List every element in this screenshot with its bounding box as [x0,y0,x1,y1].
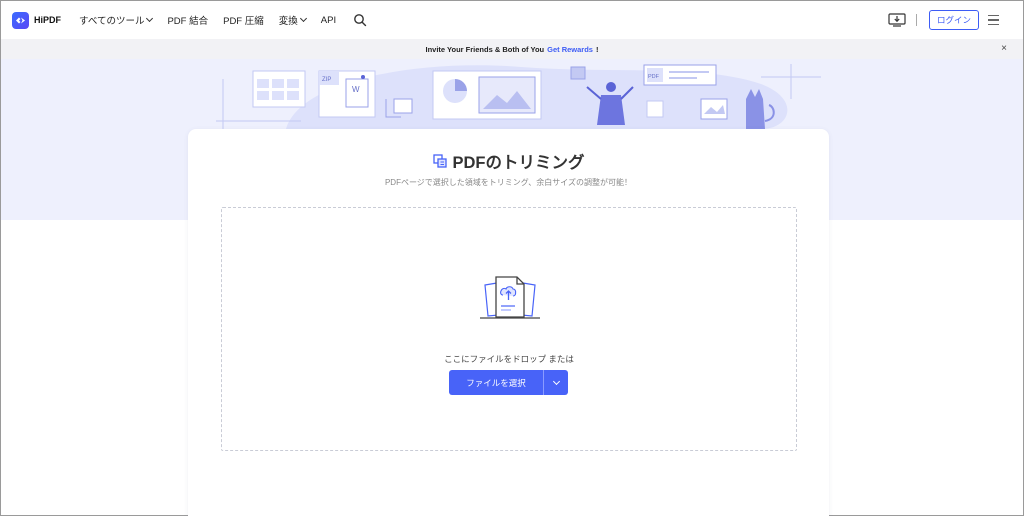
title-row: PDFのトリミング [188,149,829,173]
nav-pdf-merge-label: PDF 結合 [167,16,209,27]
banner-text: Invite Your Friends & Both of You [425,44,545,54]
promo-banner: Invite Your Friends & Both of You Get Re… [1,39,1023,59]
logo[interactable]: HiPDF [12,11,61,29]
banner-suffix: ! [595,44,599,54]
logo-text: HiPDF [34,15,61,25]
nav-all-tools-label: すべてのツール [79,16,145,27]
chevron-down-icon [299,14,307,23]
chevron-down-icon [146,14,154,23]
chevron-down-icon [552,377,560,385]
word-badge: W [352,85,360,94]
nav-pdf-compress-label: PDF 圧縮 [223,16,264,27]
crop-icon [432,154,447,168]
nav-api[interactable]: API [321,15,336,26]
file-drop-zone[interactable]: ここにファイルをドロップ または ファイルを選択 [221,207,797,451]
nav-api-label: API [320,14,337,26]
tool-card: PDFのトリミング PDFページで選択した領域をトリミング、余白サイズの調整が可… [188,129,829,516]
page-subtitle: PDFページで選択した領域をトリミング、余白サイズの調整が可能！ [384,178,633,187]
hipdf-logo-icon [12,11,29,29]
menu-icon[interactable] [988,15,999,25]
nav-convert[interactable]: 変換 [278,13,307,27]
main-nav: すべてのツール PDF 結合 PDF 圧縮 変換 API [79,13,367,27]
nav-pdf-merge[interactable]: PDF 結合 [167,13,208,27]
search-icon[interactable] [353,13,367,27]
close-icon[interactable]: × [1001,43,1007,54]
zip-badge: ZIP [322,77,331,83]
nav-convert-label: 変換 [278,16,298,27]
choose-file-group: ファイルを選択 [449,370,568,395]
login-button[interactable]: ログイン [929,10,979,30]
nav-all-tools[interactable]: すべてのツール [79,13,154,27]
page-title: PDFのトリミング [452,154,585,172]
drop-instruction: ここにファイルをドロップ または [444,354,574,364]
upload-source-dropdown-button[interactable] [543,370,568,395]
nav-pdf-compress[interactable]: PDF 圧縮 [223,13,264,27]
banner-rewards-link[interactable]: Get Rewards [547,45,593,54]
upload-cloud-icon [479,275,541,326]
header-actions: ログイン [888,1,1023,39]
pdf-badge: PDF [648,74,660,80]
desktop-download-icon[interactable] [888,13,906,27]
choose-file-button[interactable]: ファイルを選択 [449,370,543,395]
header-divider [916,14,917,26]
top-navigation-bar: HiPDF すべてのツール PDF 結合 PDF 圧縮 変換 API ログイン [1,1,1023,39]
